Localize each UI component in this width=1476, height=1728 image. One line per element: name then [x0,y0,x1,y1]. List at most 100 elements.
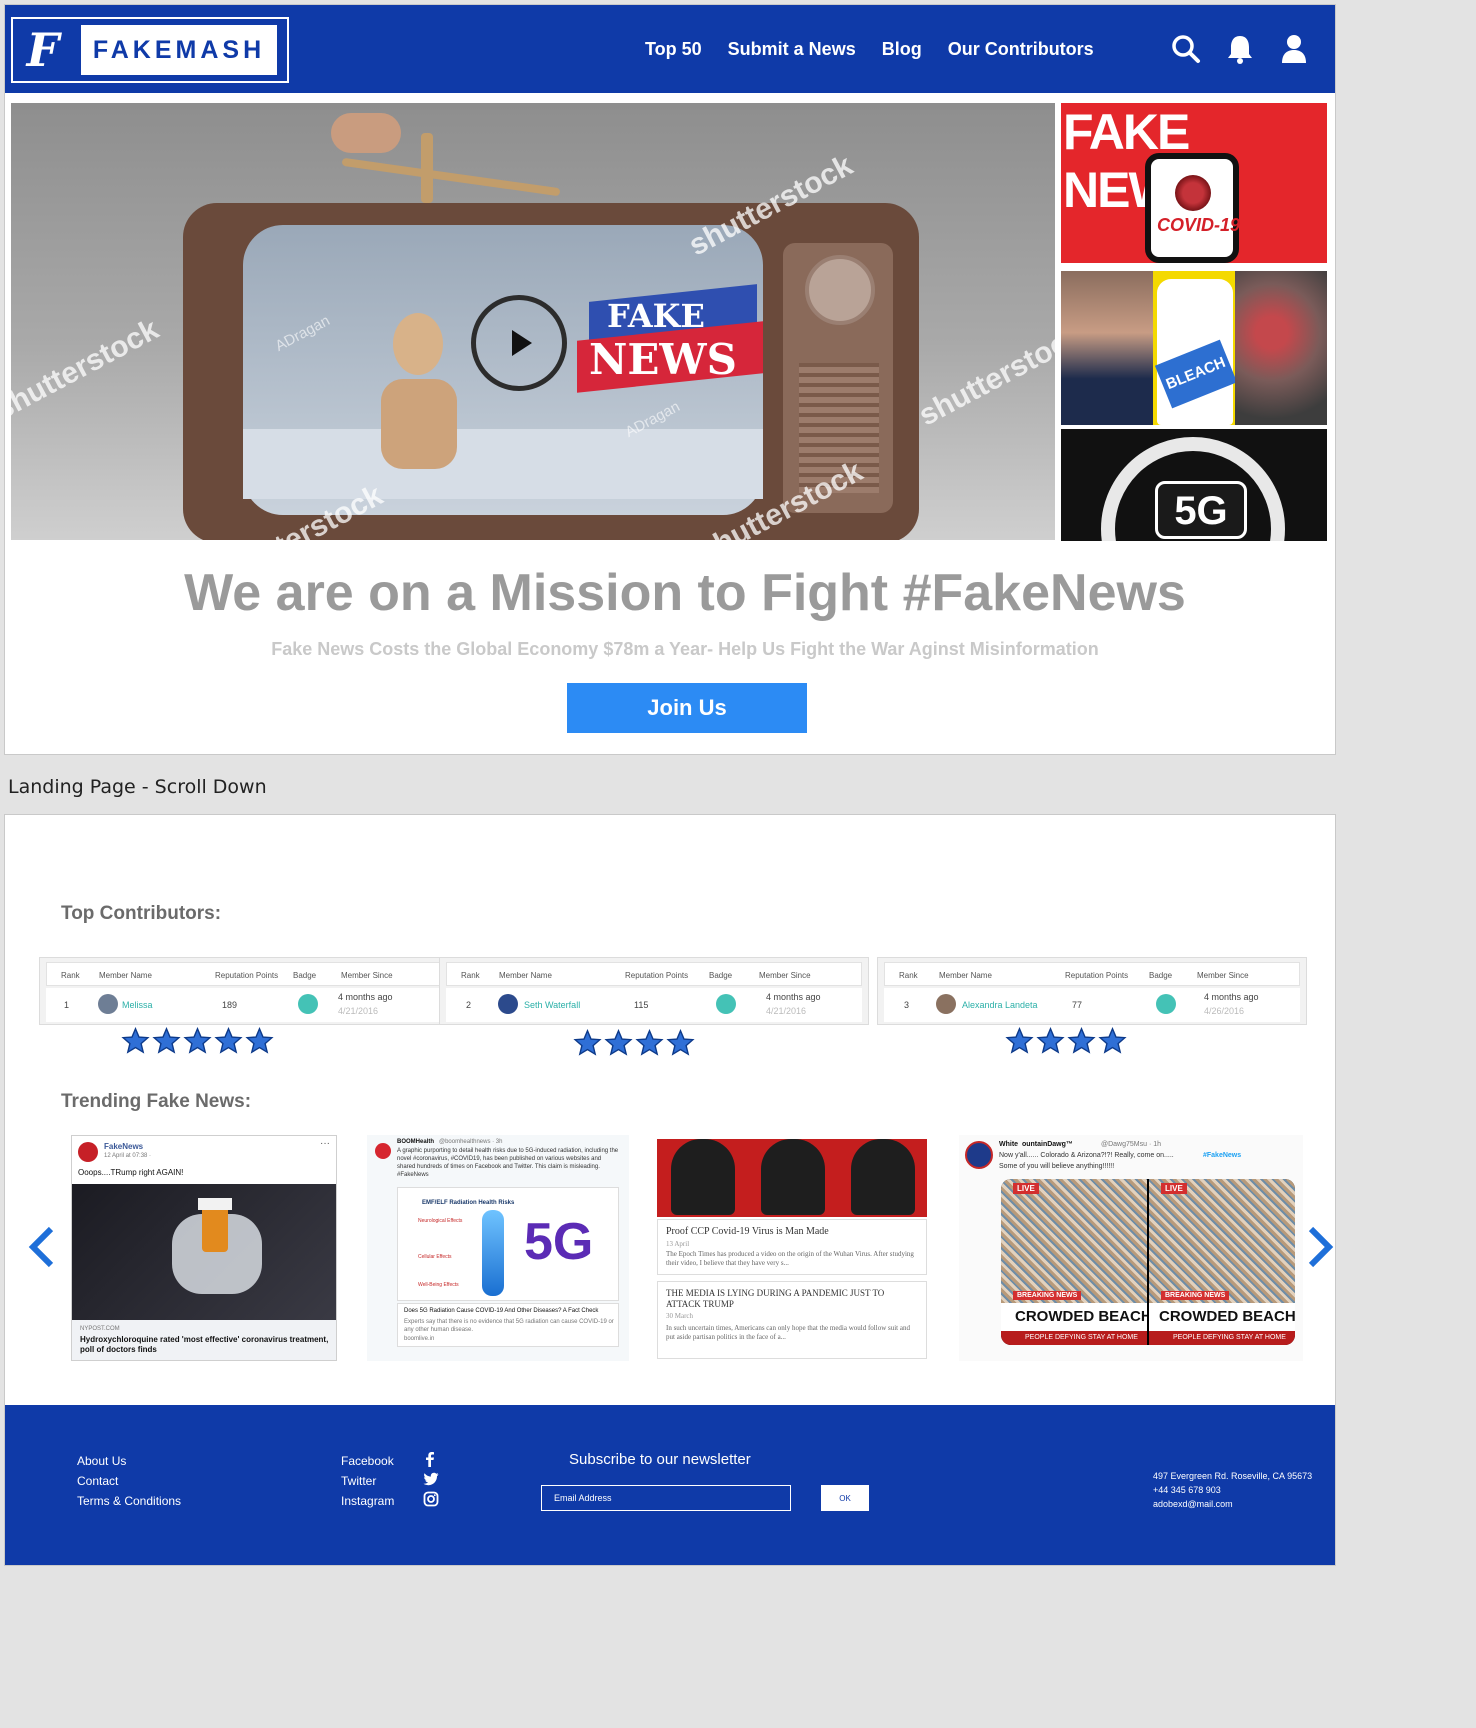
instagram-link[interactable]: Instagram [341,1491,394,1511]
member-since-ago: 4 months ago [766,992,821,1002]
account-handle: @boomhealthnews · 3h [439,1139,503,1145]
footer-email[interactable]: adobexd@mail.com [1153,1497,1312,1511]
col-since: Member Since [759,971,811,980]
newsletter-submit-button[interactable]: OK [821,1485,869,1511]
star-icon [635,1028,664,1057]
bell-icon[interactable] [1225,33,1255,65]
post-text: Now y'all...... Colorado & Arizona?!?! R… [999,1152,1174,1159]
contributor-card[interactable]: Rank Member Name Reputation Points Badge… [39,957,469,1025]
star-icon [183,1026,212,1055]
footer-about-link[interactable]: About Us [77,1451,181,1471]
story-text: The Epoch Times has produced a video on … [666,1250,914,1267]
avatar [936,994,956,1014]
account-handle: @Dawg75Msu · 1h [1101,1141,1162,1148]
footer: About Us Contact Terms & Conditions Face… [5,1405,1335,1565]
play-button[interactable] [471,295,567,391]
col-points: Reputation Points [1065,971,1129,980]
logo-mark: F [26,23,60,77]
virus-icon [1235,271,1327,425]
watermark: shutterstock [11,312,165,427]
hashtag[interactable]: #FakeNews [1203,1152,1241,1159]
contributor-rank: 3 [904,1000,910,1010]
account-name[interactable]: White ountainDawg™ [999,1141,1073,1148]
link-headline[interactable]: Hydroxychloroquine rated 'most effective… [80,1335,330,1355]
trending-card[interactable]: BOOMHealth @boomhealthnews · 3h A graphi… [367,1135,629,1361]
contributor-name[interactable]: Melissa [122,1000,153,1010]
contributor-card[interactable]: Rank Member Name Reputation Points Badge… [439,957,869,1025]
side-image-fake-news-covid[interactable]: FAKE NEWS COVID-19 [1061,103,1327,263]
side-image-bleach[interactable]: BLEACH [1061,271,1327,425]
col-rank: Rank [461,971,480,980]
story-date: 30 March [666,1312,694,1320]
contributor-points: 77 [1072,1000,1083,1010]
story-title[interactable]: THE MEDIA IS LYING DURING A PANDEMIC JUS… [666,1288,916,1310]
footer-address: 497 Evergreen Rd. Roseville, CA 95673 [1153,1471,1313,1481]
col-rank: Rank [899,971,918,980]
star-icon [1067,1026,1096,1055]
trending-card[interactable]: White ountainDawg™ @Dawg75Msu · 1h Now y… [959,1135,1303,1361]
nav-top-50[interactable]: Top 50 [645,39,702,60]
star-icon [666,1028,695,1057]
carousel-next-arrow[interactable] [1305,1225,1335,1269]
member-since-date: 4/21/2016 [766,1006,807,1016]
star-icon [245,1026,274,1055]
logo-wordmark: FAKEMASH [81,25,277,75]
puppet-controller [301,103,601,203]
facebook-icon[interactable] [423,1451,439,1471]
footer-contact-link[interactable]: Contact [77,1471,181,1491]
col-badge: Badge [709,971,733,980]
hero-image: FAKE NEWS shutterstock shutterstock shut… [11,103,1055,540]
col-badge: Badge [293,971,317,980]
post-image [72,1184,336,1320]
mission-title: We are on a Mission to Fight #FakeNews [184,564,1186,622]
nav-contributors[interactable]: Our Contributors [948,39,1094,60]
carousel-prev-arrow[interactable] [27,1225,57,1269]
navbar: F FAKEMASH Top 50 Submit a News Blog Our… [5,5,1335,93]
account-name[interactable]: FakeNews [104,1142,143,1151]
avatar [98,994,118,1014]
instagram-icon[interactable] [423,1491,439,1511]
col-since: Member Since [1197,971,1249,980]
more-icon[interactable]: ··· [320,1138,330,1149]
col-member: Member Name [499,971,552,980]
user-icon[interactable] [1279,33,1309,65]
contributor-points: 189 [222,1000,238,1010]
nav-submit-news[interactable]: Submit a News [728,39,856,60]
star-rating [121,1026,274,1055]
twitter-icon[interactable] [423,1471,439,1491]
badge-icon [1156,994,1176,1014]
contributor-name[interactable]: Alexandra Landeta [962,1000,1038,1010]
account-avatar [78,1142,98,1162]
footer-terms-link[interactable]: Terms & Conditions [77,1491,181,1511]
watermark: shutterstock [913,318,1055,433]
badge-icon [716,994,736,1014]
logo[interactable]: F FAKEMASH [11,17,289,83]
star-icon [573,1028,602,1057]
footer-social: Facebook Twitter Instagram [341,1451,394,1511]
search-icon[interactable] [1171,33,1201,65]
col-member: Member Name [99,971,152,980]
contributor-name[interactable]: Seth Waterfall [524,1000,580,1010]
trending-card[interactable]: Proof CCP Covid-19 Virus is Man Made 13 … [657,1135,927,1361]
post-image [657,1139,927,1217]
facebook-link[interactable]: Facebook [341,1451,394,1471]
contributor-rank: 2 [466,1000,472,1010]
story-title[interactable]: Proof CCP Covid-19 Virus is Man Made [666,1226,829,1237]
post-graphic: EMF/ELF Radiation Health Risks Neurologi… [397,1187,619,1301]
fake-news-badge: FAKE NEWS [577,284,767,393]
post-text: Ooops....TRump right AGAIN! [78,1168,184,1177]
badge-icon [298,994,318,1014]
account-name[interactable]: BOOMHealth [397,1139,434,1145]
link-title[interactable]: Does 5G Radiation Cause COVID-19 And Oth… [404,1308,614,1314]
post-text: A graphic purporting to detail health ri… [397,1148,619,1178]
trending-card[interactable]: FakeNews 12 April at 07:38 · ··· Ooops..… [71,1135,337,1361]
puppet-figure [361,313,481,483]
contributor-card[interactable]: Rank Member Name Reputation Points Badge… [877,957,1307,1025]
nav-blog[interactable]: Blog [882,39,922,60]
side-image-5g[interactable]: 5G [1061,429,1327,541]
newsletter-email-input[interactable] [541,1485,791,1511]
star-icon [121,1026,150,1055]
nav-icons [1171,33,1309,65]
join-us-button[interactable]: Join Us [567,683,807,733]
twitter-link[interactable]: Twitter [341,1471,394,1491]
